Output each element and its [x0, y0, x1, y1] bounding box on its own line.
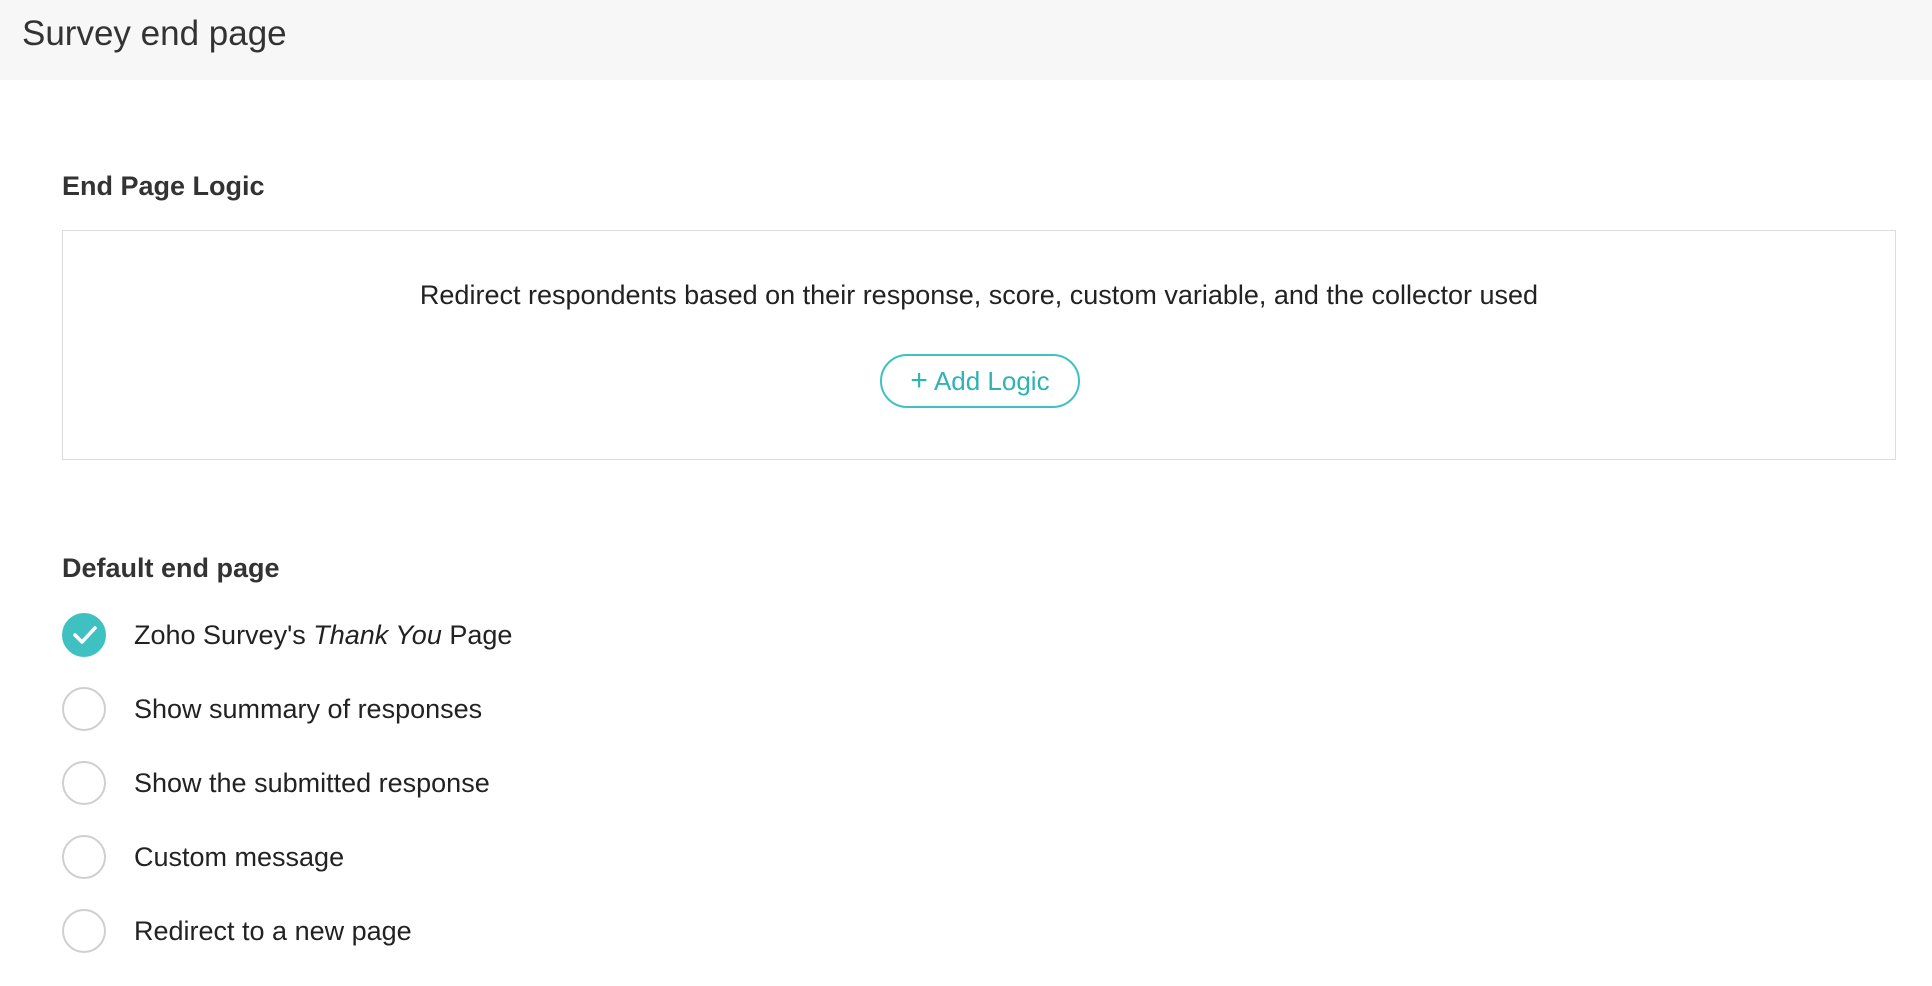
add-logic-label: Add Logic: [933, 365, 1050, 396]
thank-you-suffix: Page: [441, 620, 513, 650]
radio-unselected[interactable]: [62, 909, 106, 953]
page-header: Survey end page: [0, 0, 1932, 80]
option-label-thank-you-page: Zoho Survey's Thank You Page: [134, 619, 512, 651]
thank-you-emphasis: Thank You: [313, 620, 442, 650]
option-label-show-submitted: Show the submitted response: [134, 768, 490, 798]
option-custom-message[interactable]: Custom message: [62, 834, 344, 880]
end-page-logic-description: Redirect respondents based on their resp…: [419, 280, 1539, 310]
radio-unselected[interactable]: [62, 687, 106, 731]
option-show-summary[interactable]: Show summary of responses: [62, 686, 482, 732]
radio-selected[interactable]: [62, 613, 106, 657]
option-show-submitted[interactable]: Show the submitted response: [62, 760, 490, 806]
end-page-logic-title: End Page Logic: [62, 171, 265, 201]
option-thank-you-page[interactable]: Zoho Survey's Thank You Page: [62, 612, 512, 658]
end-page-logic-panel: Redirect respondents based on their resp…: [62, 230, 1896, 460]
option-label-show-summary: Show summary of responses: [134, 694, 483, 724]
option-label-custom-message: Custom message: [134, 842, 345, 872]
option-label-redirect: Redirect to a new page: [134, 916, 412, 946]
plus-icon: +: [910, 364, 928, 397]
page-title: Survey end page: [22, 14, 287, 53]
radio-unselected[interactable]: [62, 835, 106, 879]
thank-you-prefix: Zoho Survey's: [134, 620, 314, 650]
default-end-page-title: Default end page: [62, 553, 280, 583]
add-logic-button[interactable]: + Add Logic: [880, 354, 1080, 408]
checkmark-icon: [73, 626, 97, 644]
radio-unselected[interactable]: [62, 761, 106, 805]
option-redirect[interactable]: Redirect to a new page: [62, 908, 412, 954]
